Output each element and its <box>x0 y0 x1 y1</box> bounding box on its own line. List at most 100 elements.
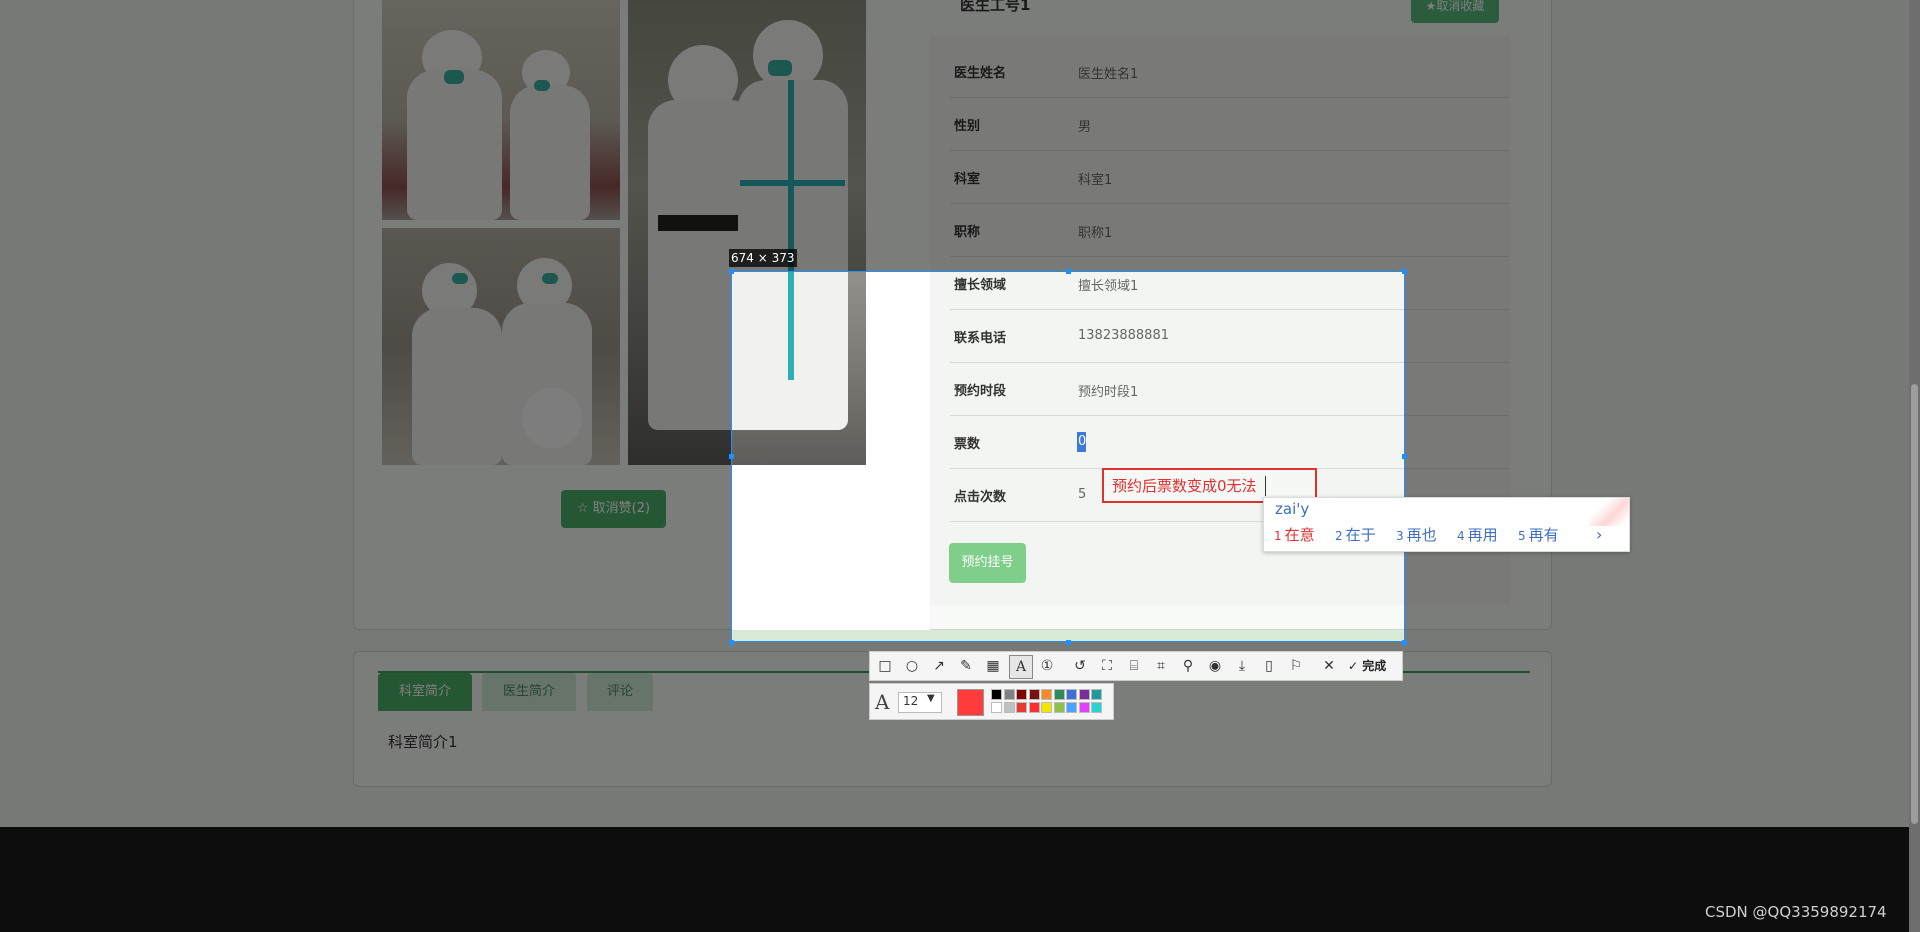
detail-label: 科室 <box>954 172 981 187</box>
ime-candidate-window: zai'y 1 在意 2 在于 3 再也 4 再用 5 再有 › <box>1263 497 1630 552</box>
ime-candidate-text: 在意 <box>1284 526 1315 544</box>
tab-content: 科室简介1 <box>388 733 458 751</box>
ime-candidate[interactable]: 4 再用 <box>1457 524 1498 545</box>
color-swatch[interactable] <box>1028 689 1040 700</box>
detail-value: 0 <box>1078 434 1087 449</box>
chevron-down-icon: ▼ <box>927 693 935 704</box>
detail-value: 科室1 <box>1078 173 1113 188</box>
font-size-value: 12 <box>903 694 919 708</box>
color-swatch[interactable] <box>1053 702 1065 713</box>
ime-candidate[interactable]: 3 再也 <box>1396 524 1437 545</box>
detail-label: 性别 <box>954 119 981 134</box>
row-divider <box>950 203 1510 204</box>
csdn-watermark: CSDN @QQ3359892174 <box>1705 903 1887 921</box>
ime-candidate-text: 再用 <box>1467 526 1498 544</box>
ime-candidate-number: 1 <box>1274 529 1282 543</box>
close-icon[interactable]: ✕ <box>1318 655 1340 677</box>
selection-size-label: 674 × 373 <box>729 249 797 267</box>
color-swatch[interactable] <box>1041 702 1052 713</box>
detail-value: 男 <box>1078 120 1092 135</box>
doctor-photo-1 <box>382 0 620 220</box>
scan-icon[interactable]: ⌗ <box>1150 655 1172 677</box>
color-swatch[interactable] <box>1091 702 1102 713</box>
selection-handle-mr[interactable] <box>1402 454 1407 459</box>
tab-doctor-intro[interactable]: 医生简介 <box>482 673 576 711</box>
ime-candidate-number: 2 <box>1335 529 1343 543</box>
pin-icon[interactable]: ⚲ <box>1177 655 1199 677</box>
color-swatch[interactable] <box>1091 689 1102 700</box>
color-swatch[interactable] <box>1066 702 1077 713</box>
selection-handle-tl[interactable] <box>729 269 734 274</box>
done-button[interactable]: ✓ 完成 <box>1348 655 1386 677</box>
selection-handle-bm[interactable] <box>1066 640 1071 645</box>
detail-value: 医生姓名1 <box>1078 67 1139 82</box>
tab-department-intro[interactable]: 科室简介 <box>378 673 472 711</box>
unfavorite-button[interactable]: ☆ 取消赞(2) <box>561 490 666 528</box>
rectangle-icon[interactable]: □ <box>874 655 896 677</box>
selection-handle-bl[interactable] <box>729 640 734 645</box>
ime-candidate-text: 再也 <box>1406 526 1437 544</box>
arrow-icon[interactable]: ↗ <box>928 655 950 677</box>
color-swatch[interactable] <box>1003 689 1015 700</box>
page-footer <box>0 827 1920 932</box>
tab-comments[interactable]: 评论 <box>587 673 653 711</box>
ocr-icon[interactable]: ⛶ <box>1096 655 1118 677</box>
selection-handle-tr[interactable] <box>1402 269 1407 274</box>
ime-candidate[interactable]: 5 再有 <box>1518 524 1559 545</box>
ime-input: zai'y <box>1275 500 1310 518</box>
color-swatch[interactable] <box>1003 702 1015 713</box>
doctor-photo-3 <box>382 228 620 465</box>
color-swatch[interactable] <box>1078 702 1090 713</box>
pen-icon[interactable]: ✎ <box>955 655 977 677</box>
color-swatch[interactable] <box>991 689 1002 700</box>
ime-candidate-number: 3 <box>1396 529 1404 543</box>
record-icon[interactable]: ◉ <box>1204 655 1226 677</box>
color-swatch[interactable] <box>1078 689 1090 700</box>
bookmark-icon[interactable]: ⚐ <box>1285 655 1307 677</box>
color-swatch[interactable] <box>1028 702 1040 713</box>
current-color[interactable] <box>957 689 984 716</box>
ime-candidate-number: 4 <box>1457 529 1465 543</box>
doctor-id-heading: 医生工号1 <box>960 0 1031 14</box>
row-divider <box>950 256 1510 257</box>
ime-candidate[interactable]: 2 在于 <box>1335 524 1376 545</box>
text-icon[interactable]: A <box>1009 655 1033 679</box>
color-swatch[interactable] <box>991 702 1002 713</box>
screenshot-toolbar: □ ○ ↗ ✎ ▦ A ① ↺ ⛶ ⌸ ⌗ ⚲ ◉ ⤓ ▯ ⚐ ✕ ✓ 完成 <box>869 651 1403 681</box>
translate-icon[interactable]: ⌸ <box>1123 655 1145 677</box>
ellipse-icon[interactable]: ○ <box>901 655 923 677</box>
ime-candidate-text: 在于 <box>1345 526 1376 544</box>
number-icon[interactable]: ① <box>1036 655 1058 677</box>
done-label: 完成 <box>1362 659 1387 673</box>
ime-candidate-number: 5 <box>1518 529 1526 543</box>
font-icon: A <box>875 690 890 714</box>
ime-decoration <box>1589 498 1629 526</box>
text-options-bar: A 12 ▼ <box>869 683 1114 720</box>
ime-next-page[interactable]: › <box>1596 525 1602 544</box>
selection-handle-br[interactable] <box>1402 640 1407 645</box>
save-icon[interactable]: ▯ <box>1258 655 1280 677</box>
selection-handle-tm[interactable] <box>1066 269 1071 274</box>
detail-value: 职称1 <box>1078 226 1113 241</box>
selection-handle-ml[interactable] <box>729 454 734 459</box>
detail-label: 医生姓名 <box>954 66 1007 81</box>
color-swatch[interactable] <box>1016 702 1027 713</box>
undo-icon[interactable]: ↺ <box>1069 655 1091 677</box>
text-cursor <box>1265 476 1266 496</box>
screenshot-selection[interactable] <box>731 271 1405 642</box>
detail-label: 职称 <box>954 225 981 240</box>
scrollbar-thumb[interactable] <box>1911 384 1918 824</box>
row-divider <box>950 97 1510 98</box>
mosaic-icon[interactable]: ▦ <box>982 655 1004 677</box>
annotation-text: 预约后票数变成0无法 <box>1112 477 1257 495</box>
font-size-select[interactable]: 12 ▼ <box>898 692 942 713</box>
color-swatch[interactable] <box>1041 689 1052 700</box>
color-swatch[interactable] <box>1053 689 1065 700</box>
color-swatch[interactable] <box>1066 689 1077 700</box>
row-divider <box>950 150 1510 151</box>
ime-candidate[interactable]: 1 在意 <box>1274 524 1315 545</box>
download-icon[interactable]: ⤓ <box>1231 655 1253 677</box>
ime-candidate-text: 再有 <box>1528 526 1559 544</box>
color-swatch[interactable] <box>1016 689 1027 700</box>
cancel-collect-button[interactable]: ★取消收藏 <box>1411 0 1499 23</box>
